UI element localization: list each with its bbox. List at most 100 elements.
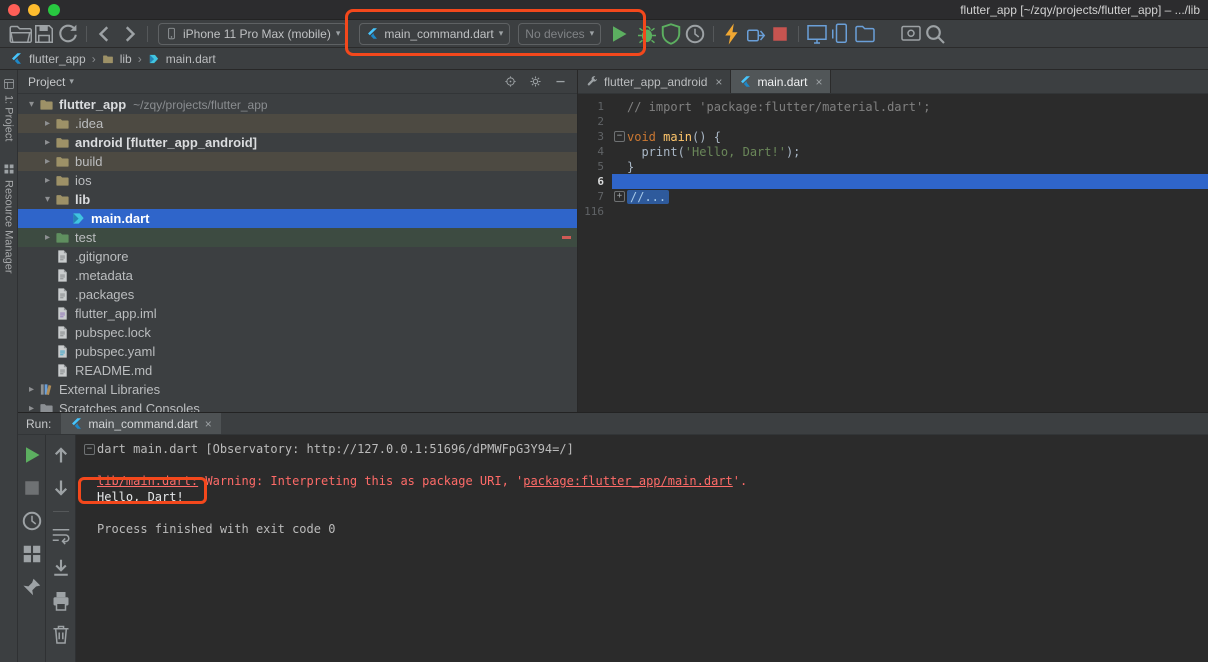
tree-item-build[interactable]: ▸ build bbox=[18, 152, 577, 171]
tree-item-external-libraries[interactable]: ▸ External Libraries bbox=[18, 380, 577, 399]
sidebar-item-project[interactable]: 1: Project bbox=[3, 78, 15, 141]
target-device-selector[interactable]: No devices ▾ bbox=[518, 22, 602, 45]
run-button[interactable] bbox=[607, 22, 631, 46]
console-toolbar bbox=[46, 435, 76, 662]
clock-icon[interactable] bbox=[20, 509, 44, 533]
scroll-end-icon[interactable] bbox=[49, 556, 73, 580]
phone-icon bbox=[165, 27, 178, 40]
tree-item-android-flutter-app-android[interactable]: ▸ android [flutter_app_android] bbox=[18, 133, 577, 152]
stop-dim-icon[interactable] bbox=[20, 476, 44, 500]
forward-icon[interactable] bbox=[117, 22, 141, 46]
chevron-down-icon[interactable]: ▾ bbox=[40, 194, 55, 205]
chevron-right-icon[interactable]: ▸ bbox=[24, 403, 39, 412]
code-line[interactable]: 5} bbox=[578, 159, 1208, 174]
breadcrumb-file[interactable]: main.dart bbox=[166, 52, 216, 66]
fold-expand-icon[interactable]: + bbox=[614, 191, 625, 202]
stop-icon[interactable] bbox=[768, 22, 792, 46]
tree-item-scratches-and-consoles[interactable]: ▸ Scratches and Consoles bbox=[18, 399, 577, 412]
hot-reload-bolt-icon[interactable] bbox=[720, 22, 744, 46]
line-number: 2 bbox=[597, 115, 604, 128]
tree-item-readme-md[interactable]: README.md bbox=[18, 361, 577, 380]
code-line[interactable]: 7 +//... bbox=[578, 189, 1208, 204]
tree-item-pubspec-yaml[interactable]: pubspec.yaml bbox=[18, 342, 577, 361]
back-icon[interactable] bbox=[93, 22, 117, 46]
sidebar-item-resource-manager[interactable]: Resource Manager bbox=[3, 163, 15, 274]
tree-item-lib[interactable]: ▾ lib bbox=[18, 190, 577, 209]
attach-debugger-icon[interactable] bbox=[744, 22, 768, 46]
close-tab-icon[interactable]: × bbox=[715, 75, 722, 89]
sync-icon[interactable] bbox=[56, 22, 80, 46]
code-line[interactable]: 6 bbox=[578, 174, 1208, 189]
softwrap-icon[interactable] bbox=[49, 523, 73, 547]
device-selector[interactable]: iPhone 11 Pro Max (mobile) ▾ bbox=[158, 22, 348, 45]
console-link[interactable]: package:flutter_app/main.dart bbox=[523, 474, 733, 488]
profiler-icon[interactable] bbox=[683, 22, 707, 46]
run-tool-window: Run: main_command.dart × − dart main.dart… bbox=[18, 412, 1208, 662]
search-icon[interactable] bbox=[923, 22, 947, 46]
rerun-icon[interactable] bbox=[20, 443, 44, 467]
tree-item-flutter-app-iml[interactable]: flutter_app.iml bbox=[18, 304, 577, 323]
arrow-down-icon[interactable] bbox=[49, 476, 73, 500]
save-icon[interactable] bbox=[32, 22, 56, 46]
project-panel-title[interactable]: Project bbox=[28, 75, 65, 89]
chevron-right-icon[interactable]: ▸ bbox=[40, 232, 55, 243]
minimize-window-button[interactable] bbox=[28, 3, 40, 16]
editor-tab-flutter-app-android[interactable]: flutter_app_android × bbox=[578, 70, 732, 93]
coverage-shield-icon[interactable] bbox=[659, 22, 683, 46]
chevron-down-icon[interactable]: ▾ bbox=[24, 99, 39, 110]
file-actions-group bbox=[8, 22, 80, 46]
chevron-down-icon: ▾ bbox=[335, 28, 341, 38]
close-tab-icon[interactable]: × bbox=[815, 75, 822, 89]
pin-icon[interactable] bbox=[20, 575, 44, 599]
tree-item-idea[interactable]: ▸ .idea bbox=[18, 114, 577, 133]
grid-icon[interactable] bbox=[20, 542, 44, 566]
locate-target-icon[interactable] bbox=[504, 75, 517, 88]
print-icon[interactable] bbox=[49, 589, 73, 613]
console-link[interactable]: lib/main.dart: bbox=[97, 474, 198, 488]
device-manager-icon[interactable] bbox=[829, 22, 853, 46]
arrow-up-icon[interactable] bbox=[49, 443, 73, 467]
breadcrumb-lib[interactable]: lib bbox=[120, 52, 132, 66]
tree-item-label: test bbox=[75, 230, 96, 245]
close-tab-icon[interactable]: × bbox=[205, 417, 212, 431]
layout-inspector-icon[interactable] bbox=[805, 22, 829, 46]
zoom-window-button[interactable] bbox=[48, 3, 60, 16]
tree-item-gitignore[interactable]: .gitignore bbox=[18, 247, 577, 266]
tree-item-flutter-app[interactable]: ▾ flutter_app ~/zqy/projects/flutter_app bbox=[18, 95, 577, 114]
flutter-icon bbox=[366, 27, 379, 40]
device-file-explorer-icon[interactable] bbox=[853, 22, 877, 46]
folder-icon bbox=[55, 192, 70, 207]
file-icon bbox=[55, 268, 70, 283]
tree-item-main-dart[interactable]: main.dart bbox=[18, 209, 577, 228]
screenshot-icon[interactable] bbox=[899, 22, 923, 46]
chevron-right-icon[interactable]: ▸ bbox=[40, 156, 55, 167]
tree-item-packages[interactable]: .packages bbox=[18, 285, 577, 304]
tree-item-pubspec-lock[interactable]: pubspec.lock bbox=[18, 323, 577, 342]
tree-item-metadata[interactable]: .metadata bbox=[18, 266, 577, 285]
code-line[interactable]: 3− void main() { bbox=[578, 129, 1208, 144]
minimize-icon[interactable] bbox=[554, 75, 567, 88]
code-line[interactable]: 116 bbox=[578, 204, 1208, 219]
chevron-right-icon[interactable]: ▸ bbox=[40, 175, 55, 186]
run-console[interactable]: − dart main.dart [Observatory: http://127… bbox=[76, 435, 1208, 662]
tree-item-test[interactable]: ▸ test bbox=[18, 228, 577, 247]
gear-icon[interactable] bbox=[529, 75, 542, 88]
tree-item-ios[interactable]: ▸ ios bbox=[18, 171, 577, 190]
chevron-right-icon[interactable]: ▸ bbox=[40, 137, 55, 148]
editor-tab-main-dart[interactable]: main.dart × bbox=[731, 70, 832, 93]
close-window-button[interactable] bbox=[8, 3, 20, 16]
fold-collapse-icon[interactable]: − bbox=[84, 443, 95, 455]
breadcrumb-project[interactable]: flutter_app bbox=[29, 52, 86, 66]
run-tab-main-command[interactable]: main_command.dart × bbox=[61, 413, 221, 434]
fold-collapse-icon[interactable]: − bbox=[614, 131, 625, 142]
run-config-selector[interactable]: main_command.dart ▾ bbox=[359, 22, 511, 45]
debug-bug-icon[interactable] bbox=[635, 22, 659, 46]
code-editor[interactable]: 1// import 'package:flutter/material.dar… bbox=[578, 94, 1208, 412]
open-folder-icon[interactable] bbox=[8, 22, 32, 46]
chevron-right-icon[interactable]: ▸ bbox=[40, 118, 55, 129]
trash-icon[interactable] bbox=[49, 622, 73, 646]
code-line[interactable]: 2 bbox=[578, 114, 1208, 129]
chevron-right-icon[interactable]: ▸ bbox=[24, 384, 39, 395]
code-line[interactable]: 4 print('Hello, Dart!'); bbox=[578, 144, 1208, 159]
code-line[interactable]: 1// import 'package:flutter/material.dar… bbox=[578, 99, 1208, 114]
